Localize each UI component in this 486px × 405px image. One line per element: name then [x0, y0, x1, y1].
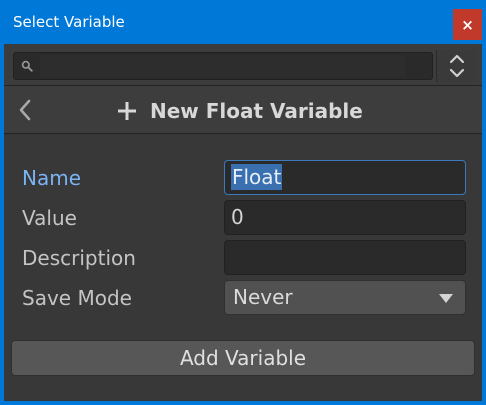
- save-mode-dropdown[interactable]: Never: [224, 280, 466, 315]
- name-field[interactable]: Float: [224, 160, 466, 195]
- value-field-value: 0: [231, 205, 244, 229]
- title-bar[interactable]: Select Variable ×: [0, 0, 486, 44]
- dropdown-arrow-icon: [439, 294, 453, 303]
- search-row: [4, 44, 482, 86]
- up-down-chevron-icon: [449, 54, 464, 78]
- add-variable-label: Add Variable: [179, 346, 307, 370]
- page-title-text: New Float Variable: [150, 99, 363, 123]
- save-mode-value: Never: [233, 285, 293, 309]
- select-variable-window: Select Variable × New Float Variable Nam…: [0, 0, 486, 405]
- add-variable-button[interactable]: Add Variable: [11, 340, 475, 376]
- close-button[interactable]: ×: [453, 9, 482, 40]
- chevron-left-icon: [19, 99, 31, 121]
- page-title: New Float Variable: [116, 98, 363, 124]
- save-mode-label: Save Mode: [22, 286, 132, 310]
- sort-toggle-button[interactable]: [436, 50, 476, 82]
- close-icon: ×: [461, 15, 474, 34]
- search-field[interactable]: [13, 52, 433, 80]
- plus-icon: [118, 102, 136, 120]
- value-field[interactable]: 0: [224, 200, 466, 235]
- description-label: Description: [22, 246, 136, 270]
- description-field[interactable]: [224, 240, 466, 275]
- search-icon: [21, 60, 33, 72]
- name-field-value: Float: [231, 164, 283, 190]
- value-label: Value: [22, 206, 77, 230]
- back-button[interactable]: [14, 98, 36, 122]
- search-input[interactable]: [40, 55, 406, 77]
- window-content: New Float Variable Name Float Value 0 De…: [4, 44, 482, 401]
- header-row: New Float Variable: [4, 86, 482, 134]
- name-label: Name: [22, 166, 82, 190]
- window-title: Select Variable: [13, 13, 125, 31]
